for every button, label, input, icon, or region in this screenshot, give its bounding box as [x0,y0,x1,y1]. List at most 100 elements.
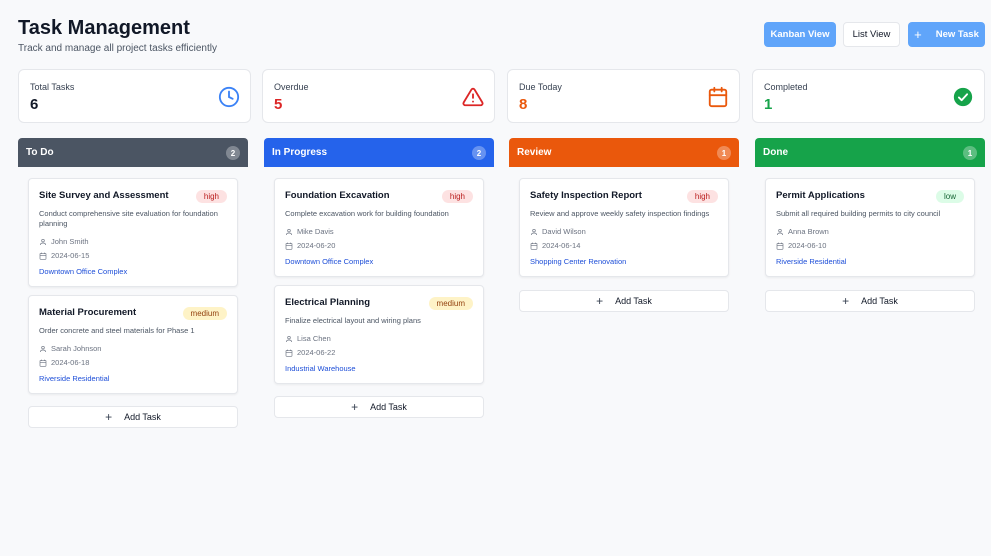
task-description: Complete excavation work for building fo… [285,209,449,218]
new-task-label: New Task [935,29,979,40]
due-date-text: 2024-06-10 [788,241,827,250]
clock-icon [218,86,240,108]
plus-icon: + [914,27,922,42]
add-task-label: Add Task [861,296,898,306]
assignee-name: David Wilson [542,227,586,236]
check-circle-icon [953,87,973,107]
task-card[interactable]: Permit Applications low Submit all requi… [765,178,975,277]
task-card[interactable]: Foundation Excavation high Complete exca… [274,178,484,277]
project-link[interactable]: Industrial Warehouse [285,364,356,373]
due-date-text: 2024-06-22 [297,348,336,357]
user-icon [286,228,292,235]
task-assignee: Anna Brown [776,227,829,236]
stat-label: Due Today [519,82,562,92]
stat-value: 1 [764,96,773,113]
task-due-date: 2024-06-20 [285,241,335,250]
priority-badge: high [686,190,718,203]
calendar-icon [776,242,784,250]
task-assignee: Mike Davis [285,227,334,236]
calendar-icon [708,86,728,108]
task-title: Foundation Excavation [285,190,390,201]
stat-card-completed: Completed 1 [752,69,985,123]
stat-label: Total Tasks [30,82,75,92]
calendar-icon [285,349,293,357]
page-subtitle: Track and manage all project tasks effic… [18,43,217,54]
priority-badge: high [441,190,473,203]
stat-value: 6 [30,96,39,113]
project-link[interactable]: Downtown Office Complex [285,257,373,266]
assignee-name: Lisa Chen [297,334,331,343]
user-icon [40,238,46,245]
due-date-text: 2024-06-14 [542,241,581,250]
column-header-done: Done 1 [755,138,985,167]
column-title: Done [763,147,788,158]
task-due-date: 2024-06-22 [285,348,335,357]
task-description: Finalize electrical layout and wiring pl… [285,316,421,325]
stat-label: Completed [764,82,808,92]
task-title: Site Survey and Assessment [39,190,169,201]
user-icon [40,345,46,352]
task-description: Submit all required building permits to … [776,209,941,218]
task-title: Electrical Planning [285,297,370,308]
task-title: Material Procurement [39,307,137,318]
task-assignee: Sarah Johnson [39,344,101,353]
task-card[interactable]: Electrical Planning medium Finalize elec… [274,285,484,384]
due-date-text: 2024-06-20 [297,241,336,250]
add-task-button[interactable]: + Add Task [274,396,484,418]
task-due-date: 2024-06-18 [39,358,89,367]
page-header: Task Management Track and manage all pro… [18,16,217,54]
plus-icon: + [596,294,604,308]
task-due-date: 2024-06-14 [530,241,580,250]
task-assignee: David Wilson [530,227,586,236]
stat-value: 8 [519,96,528,113]
alert-triangle-icon [462,87,484,107]
add-task-button[interactable]: + Add Task [765,290,975,312]
task-card[interactable]: Site Survey and Assessment high Conduct … [28,178,238,287]
calendar-icon [530,242,538,250]
column-title: To Do [26,147,54,158]
task-title: Permit Applications [776,190,865,201]
stat-label: Overdue [274,82,309,92]
user-icon [531,228,537,235]
calendar-icon [285,242,293,250]
add-task-button[interactable]: + Add Task [519,290,729,312]
user-icon [777,228,783,235]
task-card[interactable]: Safety Inspection Report high Review and… [519,178,729,277]
user-icon [286,335,292,342]
add-task-label: Add Task [124,412,161,422]
add-task-button[interactable]: + Add Task [28,406,238,428]
column-count-badge: 1 [717,146,731,160]
task-description: Review and approve weekly safety inspect… [530,209,710,218]
task-due-date: 2024-06-15 [39,251,89,260]
plus-icon: + [351,400,359,414]
stat-card-due-today: Due Today 8 [507,69,740,123]
task-description: Order concrete and steel materials for P… [39,326,195,335]
project-link[interactable]: Riverside Residential [39,374,109,383]
stat-value: 5 [274,96,283,113]
column-title: Review [517,147,552,158]
column-header-review: Review 1 [509,138,739,167]
task-card[interactable]: Material Procurement medium Order concre… [28,295,238,394]
stat-card-overdue: Overdue 5 [262,69,495,123]
column-count-badge: 1 [963,146,977,160]
due-date-text: 2024-06-15 [51,251,90,260]
task-title: Safety Inspection Report [530,190,642,201]
assignee-name: Anna Brown [788,227,829,236]
task-due-date: 2024-06-10 [776,241,826,250]
new-task-button[interactable]: + New Task [908,22,985,47]
add-task-label: Add Task [370,402,407,412]
priority-badge: medium [182,307,227,320]
column-count-badge: 2 [226,146,240,160]
list-view-button[interactable]: List View [843,22,900,47]
kanban-view-button[interactable]: Kanban View [764,22,836,47]
project-link[interactable]: Downtown Office Complex [39,267,127,276]
plus-icon: + [842,294,850,308]
column-title: In Progress [272,147,328,158]
project-link[interactable]: Shopping Center Renovation [530,257,626,266]
stat-card-total: Total Tasks 6 [18,69,251,123]
assignee-name: John Smith [51,237,89,246]
project-link[interactable]: Riverside Residential [776,257,846,266]
column-count-badge: 2 [472,146,486,160]
column-header-todo: To Do 2 [18,138,248,167]
page-title: Task Management [18,17,190,39]
